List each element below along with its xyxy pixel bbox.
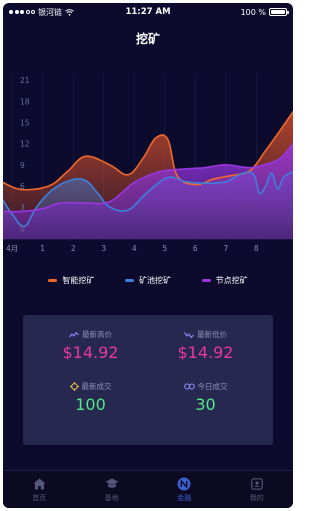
legend-item-node-mining[interactable]: 节点挖矿 (201, 275, 248, 286)
battery-icon (269, 8, 289, 16)
graduation-cap-icon (105, 477, 119, 491)
carrier-info: 银河链 (9, 7, 74, 18)
profile-icon (250, 477, 264, 491)
y-tick-label: 0 (20, 224, 25, 233)
legend-swatch (48, 279, 58, 282)
x-tick-label: 4月 (6, 244, 18, 253)
app-screen: 银河链 11:27 AM 100 % 挖矿 0 3 6 9 12 15 18 2… (3, 3, 293, 508)
carrier-name: 银河链 (38, 7, 62, 17)
stat-value: $14.92 (177, 343, 234, 362)
stat-label: 最新成交 (81, 382, 112, 391)
y-tick-label: 12 (20, 140, 30, 149)
battery-info: 100 % (240, 7, 289, 17)
stat-header: 最新低价 (184, 329, 227, 340)
stat-label: 今日成交 (197, 382, 228, 391)
y-tick-label: 3 (20, 203, 25, 212)
legend-item-pool-mining[interactable]: 矿池挖矿 (124, 275, 171, 286)
x-tick-label: 7 (223, 244, 228, 253)
stat-highest-price: 最新高价 $14.92 (33, 329, 148, 381)
tab-profile[interactable]: 我的 (232, 477, 282, 503)
stat-header: 最新高价 (69, 329, 112, 340)
stat-lowest-price: 最新低价 $14.92 (148, 329, 263, 381)
x-tick-label: 1 (40, 244, 45, 253)
y-tick-label: 9 (20, 161, 25, 170)
y-tick-label: 6 (20, 182, 25, 191)
stat-today-trades: 今日成交 30 (148, 381, 263, 433)
wifi-icon (65, 8, 74, 16)
legend-label: 智能挖矿 (62, 276, 95, 285)
mining-chart-svg: 0369121518214月 1 2 3 4 5 6 7 8 (3, 73, 293, 253)
link-icon (183, 383, 195, 390)
status-bar: 银河链 11:27 AM 100 % (3, 3, 293, 21)
tab-label: 金融 (177, 493, 192, 502)
finance-icon (177, 477, 191, 491)
home-icon (32, 477, 46, 491)
stat-header: 最新成交 (69, 381, 112, 392)
stat-value: 100 (75, 395, 106, 414)
bottom-tab-bar: 首页 基地 金融 我的 (3, 470, 293, 508)
y-tick-label: 18 (20, 97, 30, 106)
stat-label: 最新低价 (197, 330, 227, 339)
tab-label: 基地 (104, 493, 119, 502)
y-tick-label: 15 (20, 118, 30, 127)
signal-strength-icon (9, 10, 35, 14)
legend-swatch (201, 279, 211, 282)
trend-up-icon (69, 331, 79, 337)
trend-down-icon (184, 331, 194, 338)
market-stats-card: 最新高价 $14.92 最新低价 $14.92 最新成交 100 今日成交 30 (23, 315, 273, 445)
stat-header: 今日成交 (183, 381, 228, 392)
x-tick-label: 6 (193, 244, 198, 253)
stat-label: 最新高价 (82, 330, 112, 339)
x-tick-label: 5 (162, 244, 167, 253)
crosshair-icon (69, 382, 79, 391)
tab-base[interactable]: 基地 (87, 477, 137, 503)
page-title: 挖矿 (135, 31, 160, 46)
x-tick-label: 8 (254, 244, 259, 253)
legend-label: 矿池挖矿 (138, 276, 171, 285)
tab-home[interactable]: 首页 (14, 477, 64, 503)
battery-percentage: 100 % (240, 7, 266, 17)
x-tick-label: 3 (101, 244, 106, 253)
legend-swatch (124, 279, 134, 282)
legend-item-smart-mining[interactable]: 智能挖矿 (48, 275, 94, 286)
status-time: 11:27 AM (125, 7, 171, 17)
stat-value: 30 (195, 395, 216, 414)
tab-finance[interactable]: 金融 (159, 477, 209, 503)
y-tick-label: 21 (20, 76, 30, 85)
x-tick-label: 2 (71, 244, 76, 253)
tab-label: 首页 (32, 493, 47, 502)
tab-label: 我的 (249, 493, 264, 502)
chart-legend: 智能挖矿 矿池挖矿 节点挖矿 (3, 275, 293, 286)
mining-chart: 0 3 6 9 12 15 18 21 4月 1 2 3 4 5 6 7 8 (3, 61, 293, 266)
x-tick-label: 4 (132, 244, 137, 253)
stat-value: $14.92 (62, 343, 119, 362)
legend-label: 节点挖矿 (215, 276, 248, 285)
stat-latest-trades: 最新成交 100 (33, 381, 148, 433)
